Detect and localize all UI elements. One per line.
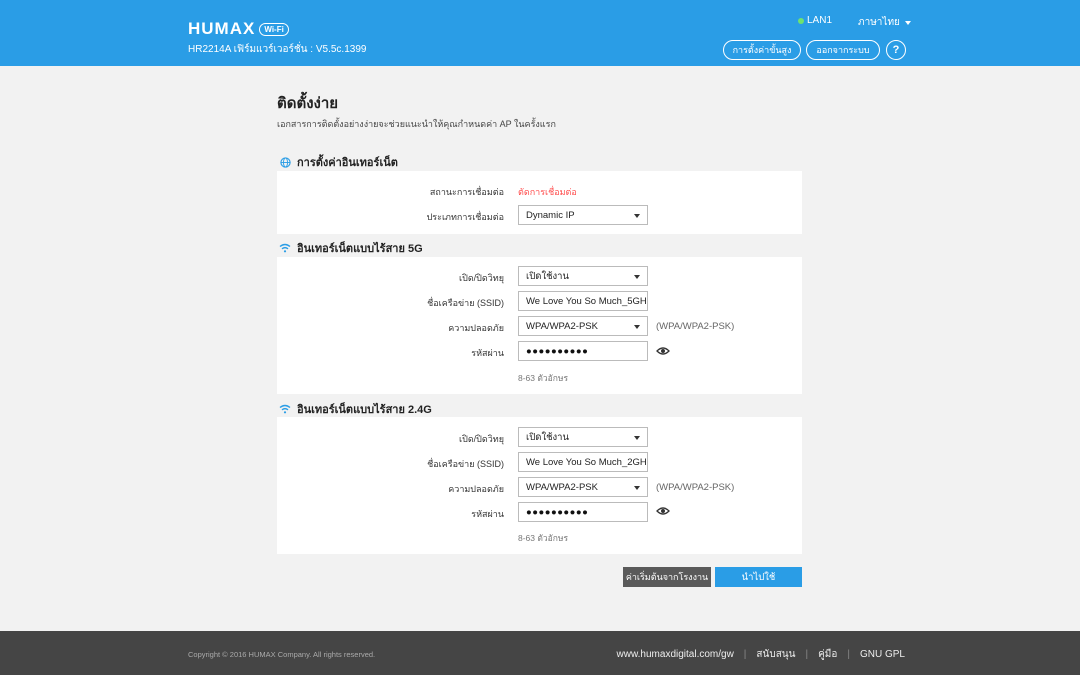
chevron-down-icon	[634, 325, 640, 329]
connection-type-value: Dynamic IP	[526, 209, 575, 221]
copyright-text: Copyright © 2016 HUMAX Company. All righ…	[188, 650, 376, 659]
connection-type-select[interactable]: Dynamic IP	[518, 205, 648, 225]
footer: Copyright © 2016 HUMAX Company. All righ…	[0, 631, 1080, 675]
wifi5g-section-title: อินเทอร์เน็ตแบบไร้สาย 5G	[297, 243, 423, 255]
advanced-settings-button[interactable]: การตั้งค่าขั้นสูง	[723, 40, 801, 60]
globe-icon	[279, 156, 291, 168]
security-24g-label: ความปลอดภัย	[448, 484, 504, 494]
radio-5g-label: เปิด/ปิดวิทยุ	[459, 273, 504, 283]
language-selector[interactable]: ภาษาไทย	[858, 15, 911, 30]
wifi5g-section-header: อินเทอร์เน็ตแบบไร้สาย 5G	[279, 239, 423, 257]
language-label: ภาษาไทย	[858, 17, 900, 28]
lan-label: LAN1	[807, 15, 833, 26]
connection-status-label: สถานะการเชื่อมต่อ	[429, 187, 504, 197]
password-5g-input[interactable]: ●●●●●●●●●●	[518, 341, 648, 361]
radio-24g-label: เปิด/ปิดวิทยุ	[459, 434, 504, 444]
security-5g-select[interactable]: WPA/WPA2-PSK	[518, 316, 648, 336]
password-24g-input[interactable]: ●●●●●●●●●●	[518, 502, 648, 522]
footer-links: www.humaxdigital.com/gw | สนับสนุน | คู่…	[617, 647, 905, 662]
radio-24g-value: เปิดใช้งาน	[526, 431, 570, 443]
manual-link[interactable]: คู่มือ	[818, 647, 837, 662]
divider: |	[743, 649, 747, 660]
page-title: ติดตั้งง่าย	[277, 95, 339, 112]
firmware-version: HR2214A เฟิร์มแวร์เวอร์ชั่น : V5.5c.1399	[188, 44, 367, 55]
radio-24g-select[interactable]: เปิดใช้งาน	[518, 427, 648, 447]
chevron-down-icon	[904, 20, 911, 25]
wifi-icon	[279, 242, 291, 254]
security-24g-hint: (WPA/WPA2-PSK)	[656, 482, 735, 493]
security-24g-select[interactable]: WPA/WPA2-PSK	[518, 477, 648, 497]
chevron-down-icon	[634, 436, 640, 440]
ssid-24g-label: ชื่อเครือข่าย (SSID)	[427, 459, 504, 469]
security-5g-label: ความปลอดภัย	[448, 323, 504, 333]
password-24g-label: รหัสผ่าน	[471, 509, 504, 519]
humax-logo: HUMAX Wi-Fi	[188, 19, 289, 39]
ssid-5g-input[interactable]	[518, 291, 648, 311]
help-icon[interactable]: ?	[886, 40, 906, 60]
security-5g-hint: (WPA/WPA2-PSK)	[656, 321, 735, 332]
website-link[interactable]: www.humaxdigital.com/gw	[617, 649, 734, 660]
chevron-down-icon	[634, 486, 640, 490]
gpl-link[interactable]: GNU GPL	[860, 649, 905, 660]
security-24g-value: WPA/WPA2-PSK	[526, 481, 598, 493]
wifi24g-section-header: อินเทอร์เน็ตแบบไร้สาย 2.4G	[279, 400, 432, 418]
wifi24g-section-title: อินเทอร์เน็ตแบบไร้สาย 2.4G	[297, 404, 432, 416]
connection-status-value: ตัดการเชื่อมต่อ	[518, 187, 577, 197]
logo-text: HUMAX	[188, 19, 256, 38]
wifi-badge: Wi-Fi	[259, 22, 289, 36]
factory-reset-button[interactable]: ค่าเริ่มต้นจากโรงงาน	[623, 567, 711, 587]
page-description: เอกสารการติดตั้งอย่างง่ายจะช่วยแนะนำให้ค…	[277, 119, 556, 129]
chevron-down-icon	[634, 214, 640, 218]
apply-button[interactable]: นำไปใช้	[715, 567, 802, 587]
internet-section-title: การตั้งค่าอินเทอร์เน็ต	[297, 157, 398, 169]
divider: |	[805, 649, 809, 660]
logout-button[interactable]: ออกจากระบบ	[806, 40, 880, 60]
radio-5g-select[interactable]: เปิดใช้งาน	[518, 266, 648, 286]
support-link[interactable]: สนับสนุน	[756, 647, 795, 662]
radio-5g-value: เปิดใช้งาน	[526, 270, 570, 282]
connection-type-label: ประเภทการเชื่อมต่อ	[426, 212, 504, 222]
eye-icon[interactable]	[656, 506, 670, 516]
password-5g-label: รหัสผ่าน	[471, 348, 504, 358]
security-5g-value: WPA/WPA2-PSK	[526, 320, 598, 332]
chevron-down-icon	[634, 275, 640, 279]
divider: |	[847, 649, 850, 660]
internet-section-header: การตั้งค่าอินเทอร์เน็ต	[279, 153, 398, 171]
top-header: HUMAX Wi-Fi HR2214A เฟิร์มแวร์เวอร์ชั่น …	[0, 0, 1080, 66]
eye-icon[interactable]	[656, 346, 670, 356]
password-24g-note: 8-63 ตัวอักษร	[518, 533, 569, 543]
ssid-24g-input[interactable]	[518, 452, 648, 472]
lan-status: LAN1	[798, 15, 832, 26]
password-5g-note: 8-63 ตัวอักษร	[518, 373, 569, 383]
lan-status-dot-icon	[798, 17, 804, 24]
ssid-5g-label: ชื่อเครือข่าย (SSID)	[427, 298, 504, 308]
wifi-icon	[279, 403, 291, 415]
